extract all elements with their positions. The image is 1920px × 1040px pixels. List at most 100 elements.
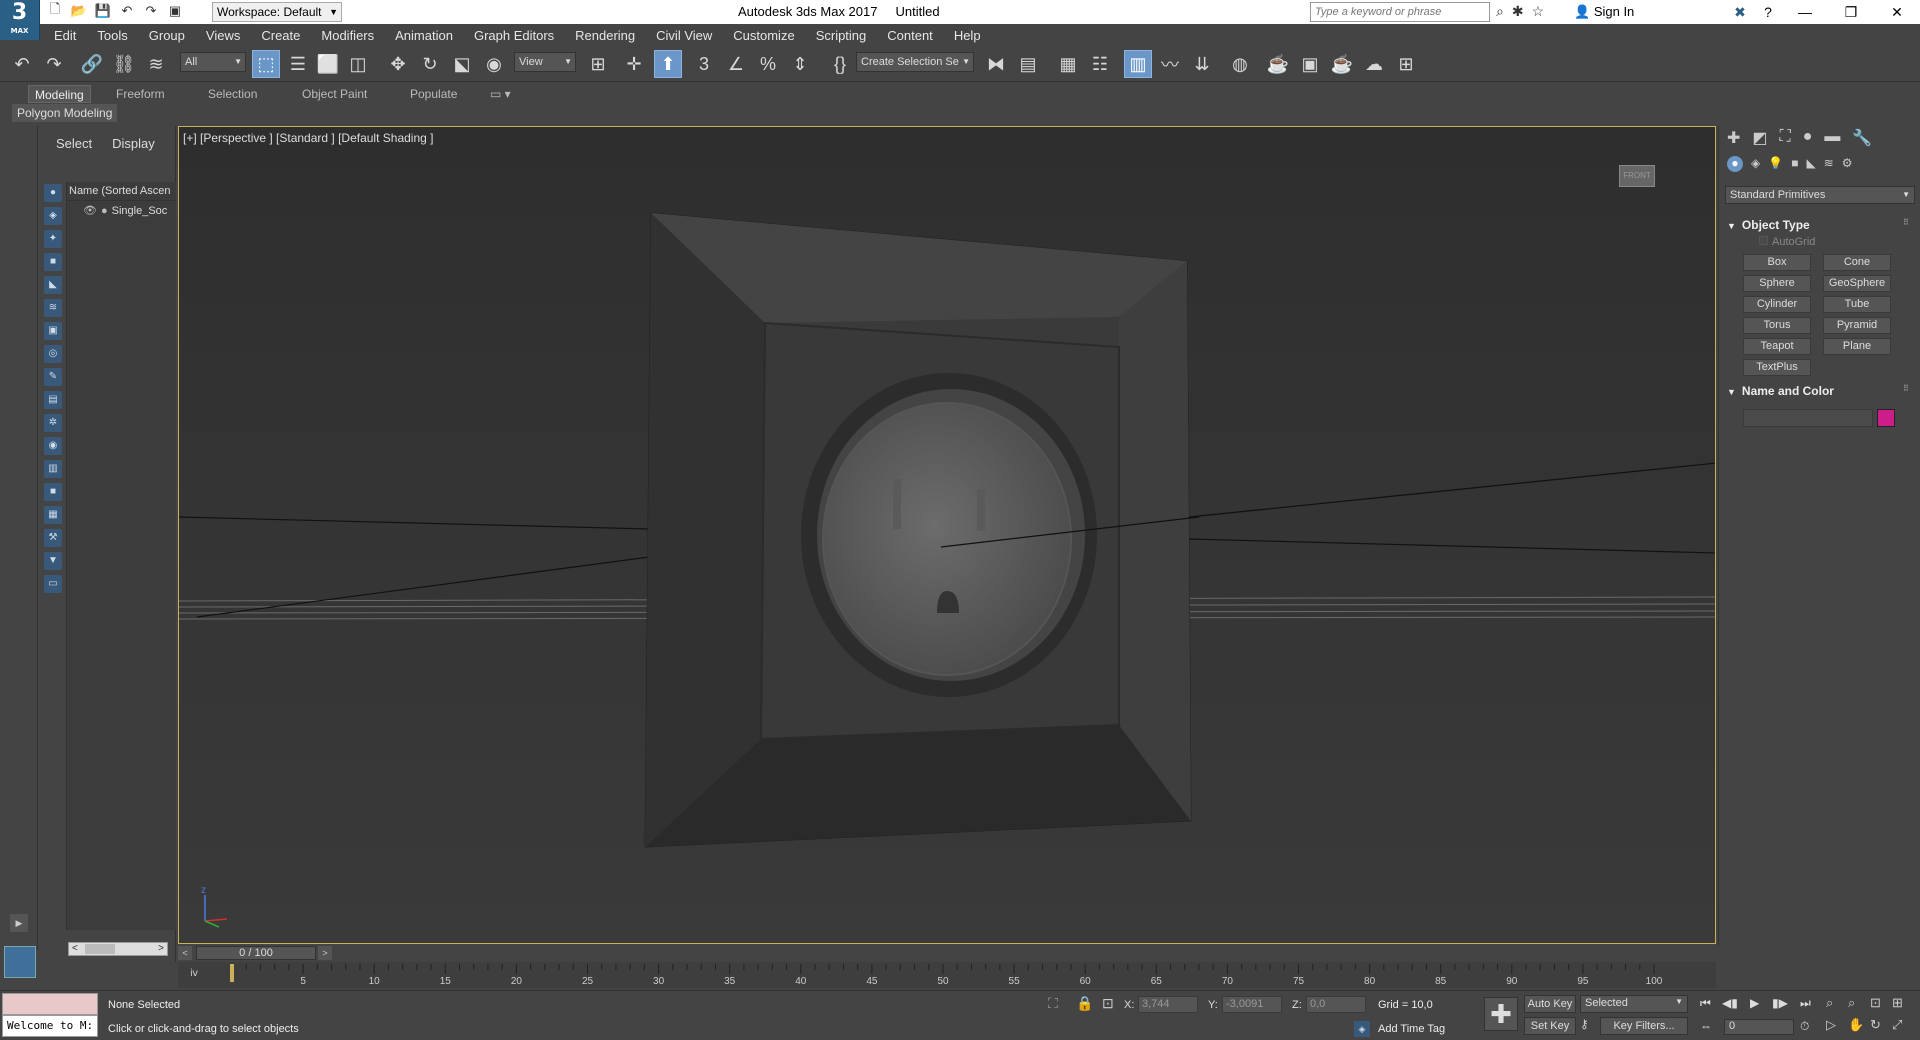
utilities-tab-icon[interactable]: 🔧: [1852, 128, 1872, 148]
sort-header[interactable]: Name (Sorted Ascen: [67, 182, 176, 201]
menu-animation[interactable]: Animation: [395, 28, 453, 43]
geosphere-button[interactable]: GeoSphere: [1823, 275, 1891, 292]
track-bar[interactable]: ⅳ 5 10 15 20 25 30 35 40 45 50 55 60 65 70 75 80 85 90 95 1…: [178, 962, 1716, 988]
a360-gallery-icon[interactable]: ⊞: [1392, 50, 1420, 78]
create-tab-icon[interactable]: ✚: [1727, 128, 1740, 148]
modify-tab-icon[interactable]: ◩: [1752, 128, 1767, 148]
display-hidden-icon[interactable]: ◉: [44, 437, 62, 455]
isolate-selection-icon[interactable]: ⛶: [1048, 995, 1058, 1012]
absolute-mode-icon[interactable]: ⊡: [1102, 995, 1114, 1012]
percent-snap-icon[interactable]: %: [754, 50, 782, 78]
rollout-pin-icon[interactable]: ⠿: [1903, 218, 1909, 227]
menu-edit[interactable]: Edit: [54, 28, 76, 43]
angle-snap-icon[interactable]: ∠: [722, 50, 750, 78]
display-all-icon[interactable]: ▥: [44, 460, 62, 478]
set-key-button[interactable]: Set Key: [1524, 1017, 1576, 1035]
display-none-icon[interactable]: ■: [44, 483, 62, 501]
time-slider-thumb[interactable]: 0 / 100: [196, 946, 316, 960]
current-frame-marker[interactable]: [230, 964, 234, 982]
current-frame-field[interactable]: 0: [1724, 1019, 1794, 1035]
time-configuration-icon[interactable]: ⏱: [1800, 1019, 1809, 1034]
select-by-name-icon[interactable]: ☰: [284, 50, 312, 78]
mirror-icon[interactable]: ⧓: [982, 50, 1010, 78]
move-icon[interactable]: ✥: [384, 50, 412, 78]
chevron-left-icon[interactable]: <: [72, 943, 78, 954]
field-of-view-icon[interactable]: ▷: [1826, 1017, 1836, 1033]
lights-category-icon[interactable]: 💡: [1768, 156, 1783, 172]
torus-button[interactable]: Torus: [1743, 317, 1811, 334]
go-to-start-icon[interactable]: ⏮: [1700, 996, 1711, 1011]
render-production-icon[interactable]: ☕: [1328, 50, 1356, 78]
redo-icon[interactable]: ↷: [142, 2, 160, 20]
key-icon[interactable]: ⚷: [1580, 1017, 1589, 1031]
rendered-frame-window-icon[interactable]: ▣: [1296, 50, 1324, 78]
helpers-category-icon[interactable]: ◣: [1806, 156, 1815, 172]
y-coordinate-field[interactable]: -3,0091: [1222, 996, 1282, 1013]
zoom-icon[interactable]: ⌕: [1826, 995, 1833, 1011]
play-icon[interactable]: ▶: [1750, 996, 1759, 1010]
spacewarps-category-icon[interactable]: ≋: [1824, 156, 1834, 172]
zoom-extents-all-icon[interactable]: ⊞: [1892, 995, 1903, 1011]
display-containers-icon[interactable]: ▤: [44, 391, 62, 409]
material-editor-icon[interactable]: ◍: [1226, 50, 1254, 78]
bind-space-warp-icon[interactable]: ≋: [142, 50, 170, 78]
cone-button[interactable]: Cone: [1823, 254, 1891, 271]
systems-category-icon[interactable]: ⚙: [1842, 156, 1853, 172]
link-icon[interactable]: 🔗: [78, 50, 106, 78]
unlink-icon[interactable]: ⛓: [110, 50, 138, 78]
polygon-modeling-panel[interactable]: Polygon Modeling: [12, 104, 118, 122]
restore-button[interactable]: ❐: [1828, 0, 1874, 24]
eye-icon[interactable]: 👁: [83, 204, 97, 217]
exchange-icon[interactable]: ✖: [1726, 0, 1754, 24]
menu-create[interactable]: Create: [261, 28, 300, 43]
scrollbar-thumb[interactable]: [85, 944, 115, 954]
subscription-icon[interactable]: ✱: [1512, 3, 1524, 20]
menu-views[interactable]: Views: [206, 28, 240, 43]
pan-icon[interactable]: ✋: [1848, 1017, 1864, 1033]
tab-object-paint[interactable]: Object Paint: [296, 85, 373, 103]
tab-selection[interactable]: Selection: [202, 85, 263, 103]
menu-scripting[interactable]: Scripting: [816, 28, 867, 43]
viewport-layout-thumbnail[interactable]: [4, 946, 36, 978]
viewport-label-menu[interactable]: [+] [Perspective ] [Standard ] [Default …: [183, 131, 433, 145]
teapot-button[interactable]: Teapot: [1743, 338, 1811, 355]
textplus-button[interactable]: TextPlus: [1743, 359, 1811, 376]
z-coordinate-field[interactable]: 0,0: [1306, 996, 1366, 1013]
display-tab-icon[interactable]: ▬: [1824, 128, 1840, 148]
ribbon-options-icon[interactable]: ▭ ▾: [484, 85, 517, 103]
tab-modeling[interactable]: Modeling: [28, 85, 91, 103]
orbit-icon[interactable]: ↻: [1870, 1017, 1881, 1033]
name-color-rollout-header[interactable]: ▼ Name and Color ⠿: [1727, 384, 1909, 398]
align-icon[interactable]: ▤: [1014, 50, 1042, 78]
curve-editor-icon[interactable]: 〰: [1156, 50, 1184, 78]
undo-icon[interactable]: ↶: [118, 2, 136, 20]
time-tag-icon[interactable]: ◈: [1354, 1021, 1370, 1037]
redo-icon[interactable]: ↷: [40, 50, 68, 78]
select-object-icon[interactable]: ⬚: [252, 50, 280, 78]
motion-tab-icon[interactable]: ●: [1803, 128, 1813, 148]
shapes-category-icon[interactable]: ◈: [1751, 156, 1760, 172]
tab-populate[interactable]: Populate: [404, 85, 463, 103]
key-filters-button[interactable]: Key Filters...: [1600, 1017, 1688, 1035]
layer-explorer-icon[interactable]: ☷: [1086, 50, 1114, 78]
keyboard-shortcut-override-icon[interactable]: ⬆: [654, 50, 682, 78]
x-coordinate-field[interactable]: 3,744: [1138, 996, 1198, 1013]
place-icon[interactable]: ◉: [480, 50, 508, 78]
pyramid-button[interactable]: Pyramid: [1823, 317, 1891, 334]
display-frozen-icon[interactable]: ✲: [44, 414, 62, 432]
display-groups-icon[interactable]: ▣: [44, 322, 62, 340]
menu-modifiers[interactable]: Modifiers: [321, 28, 374, 43]
go-to-end-icon[interactable]: ⏭: [1800, 996, 1811, 1011]
maximize-viewport-icon[interactable]: ⤢: [1892, 1017, 1902, 1033]
window-crossing-icon[interactable]: ◫: [344, 50, 372, 78]
viewcube[interactable]: FRONT: [1619, 165, 1655, 187]
close-button[interactable]: ✕: [1874, 0, 1920, 24]
key-mode-toggle-icon[interactable]: ⇔: [1700, 1019, 1712, 1033]
previous-frame-icon[interactable]: ◀▮: [1722, 996, 1738, 1010]
menu-graph-editors[interactable]: Graph Editors: [474, 28, 554, 43]
geometry-category-icon[interactable]: ●: [1727, 156, 1743, 172]
display-shapes-icon[interactable]: ◈: [44, 207, 62, 225]
selection-filter-dropdown[interactable]: All ▼: [180, 52, 246, 72]
selection-lock-icon[interactable]: 🔒: [1076, 995, 1093, 1012]
explorer-horizontal-scrollbar[interactable]: < >: [68, 942, 168, 956]
